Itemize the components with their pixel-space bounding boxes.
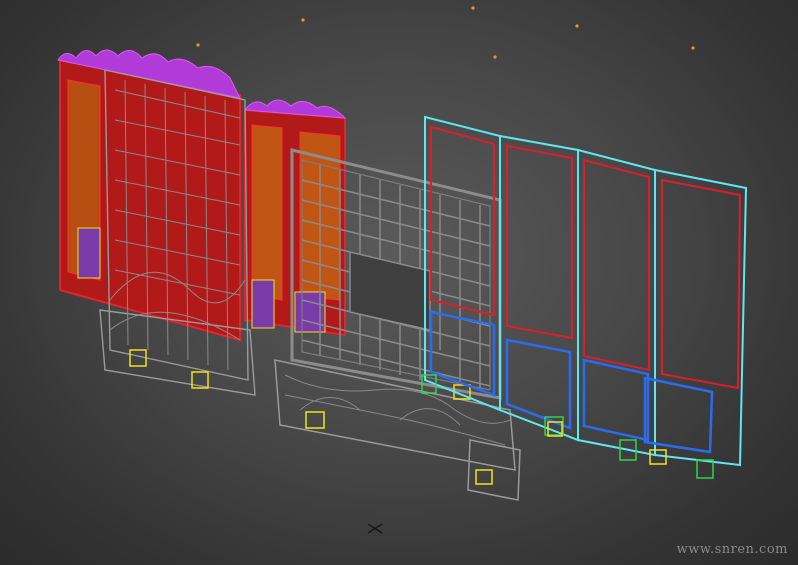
3d-viewport[interactable]: www.snren.com: [0, 0, 798, 565]
light-markers: [196, 6, 695, 59]
panel-folding-screen[interactable]: [421, 115, 748, 479]
viewport-canvas[interactable]: [0, 0, 798, 565]
transform-gizmo-icon: [367, 523, 383, 534]
watermark-text: www.snren.com: [676, 542, 788, 557]
